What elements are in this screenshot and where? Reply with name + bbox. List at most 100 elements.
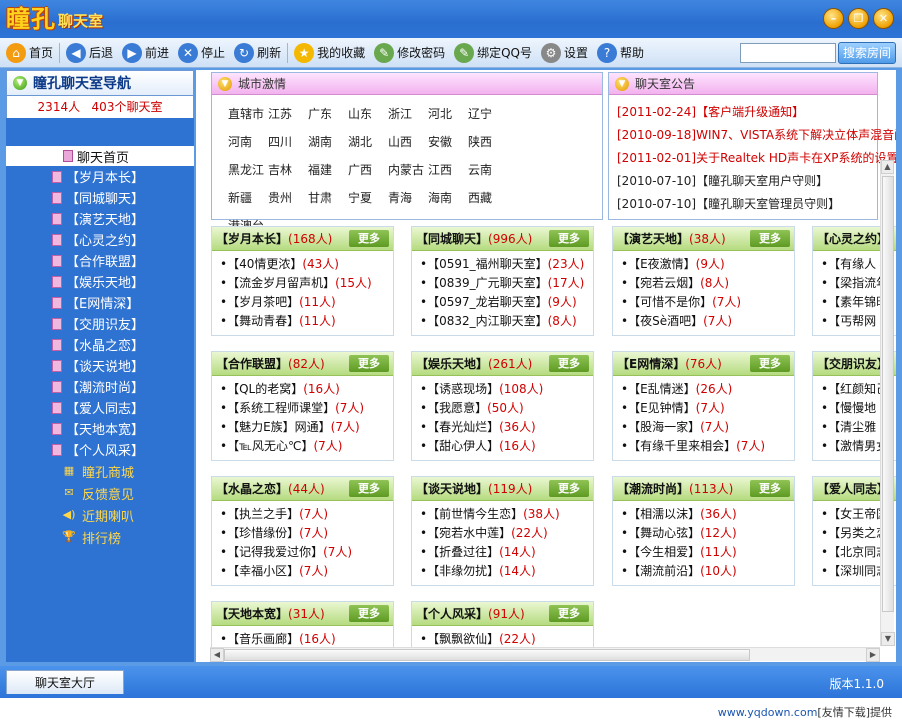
room-link[interactable]: •【宛若水中莲】(22人) (420, 524, 593, 543)
nav-extra-trophy[interactable]: 🏆 排行榜 (6, 526, 194, 548)
notice-item[interactable]: [2010-09-18]WIN7、VISTA系统下解决立体声混音问 (617, 124, 896, 147)
city-link[interactable]: 江西 (428, 159, 468, 181)
more-button[interactable]: 更多 (549, 355, 589, 372)
room-link[interactable]: •【珍惜缘份】(7人) (220, 524, 393, 543)
toolbar-pencil-button[interactable]: ✎ 修改密码 (374, 40, 445, 66)
more-button[interactable]: 更多 (349, 480, 389, 497)
toolbar-stop-button[interactable]: ✕ 停止 (178, 40, 225, 66)
city-link[interactable]: 山东 (348, 103, 388, 125)
more-button[interactable]: 更多 (549, 605, 589, 622)
category-title[interactable]: 【天地本宽】 (216, 605, 288, 622)
scroll-down-arrow[interactable]: ▼ (881, 632, 895, 646)
toolbar-gear-button[interactable]: ⚙ 设置 (541, 40, 588, 66)
room-link[interactable]: •【舞动心弦】(12人) (621, 524, 794, 543)
category-title[interactable]: 【个人风采】 (416, 605, 488, 622)
toolbar-refresh-button[interactable]: ↻ 刷新 (234, 40, 281, 66)
more-button[interactable]: 更多 (750, 230, 790, 247)
toolbar-home-button[interactable]: ⌂ 首页 (6, 40, 53, 66)
city-link[interactable]: 甘肃 (308, 187, 348, 209)
room-link[interactable]: •【记得我爱过你】(7人) (220, 543, 393, 562)
tab-chat-hall[interactable]: 聊天室大厅 (6, 670, 124, 694)
room-link[interactable]: •【宛若云烟】(8人) (621, 274, 794, 293)
city-link[interactable]: 黑龙江 (228, 159, 268, 181)
category-title[interactable]: 【潮流时尚】 (617, 480, 689, 497)
city-link[interactable]: 海南 (428, 187, 468, 209)
room-link[interactable]: •【我愿意】(50人) (420, 399, 593, 418)
more-button[interactable]: 更多 (549, 480, 589, 497)
room-link[interactable]: •【E夜激情】(9人) (621, 255, 794, 274)
notice-item[interactable]: [2010-07-10]【瞳孔聊天室用户守则】 (617, 170, 877, 193)
room-link[interactable]: •【流金岁月留声机】(15人) (220, 274, 393, 293)
city-link[interactable]: 广西 (348, 159, 388, 181)
city-link[interactable]: 陕西 (468, 131, 508, 153)
city-link[interactable]: 直辖市 (228, 103, 268, 125)
nav-item[interactable]: 【演艺天地】 (6, 208, 194, 229)
nav-item[interactable]: 【天地本宽】 (6, 418, 194, 439)
category-title[interactable]: 【合作联盟】 (216, 355, 288, 372)
category-title[interactable]: 【E网情深】 (617, 355, 685, 372)
search-rooms-button[interactable]: 搜索房间 (838, 42, 896, 64)
room-link[interactable]: •【0597_龙岩聊天室】(9人) (420, 293, 593, 312)
minimize-button[interactable]: – (823, 8, 844, 29)
room-link[interactable]: •【0839_广元聊天室】(17人) (420, 274, 593, 293)
category-title[interactable]: 【心灵之约】 (817, 230, 889, 247)
category-title[interactable]: 【交朋识友】 (817, 355, 889, 372)
more-button[interactable]: 更多 (349, 230, 389, 247)
room-link[interactable]: •【E见钟情】(7人) (621, 399, 794, 418)
city-link[interactable]: 四川 (268, 131, 308, 153)
toolbar-forward-button[interactable]: ▶ 前进 (122, 40, 169, 66)
nav-extra-speaker[interactable]: ◀) 近期喇叭 (6, 504, 194, 526)
toolbar-help-button[interactable]: ? 帮助 (597, 40, 644, 66)
room-link[interactable]: •【有缘千里来相会】(7人) (621, 437, 794, 456)
toolbar-back-button[interactable]: ◀ 后退 (66, 40, 113, 66)
scroll-up-arrow[interactable]: ▲ (881, 160, 894, 174)
category-title[interactable]: 【谈天说地】 (416, 480, 488, 497)
nav-item[interactable]: 【交朋识友】 (6, 313, 194, 334)
city-link[interactable]: 河南 (228, 131, 268, 153)
more-button[interactable]: 更多 (750, 480, 790, 497)
room-link[interactable]: •【0591_福州聊天室】(23人) (420, 255, 593, 274)
category-title[interactable]: 【岁月本长】 (216, 230, 288, 247)
room-link[interactable]: •【今生相爱】(11人) (621, 543, 794, 562)
scroll-thumb[interactable] (882, 176, 894, 612)
city-link[interactable]: 青海 (388, 187, 428, 209)
city-link[interactable]: 河北 (428, 103, 468, 125)
notice-item[interactable]: [2011-02-01]关于Realtek HD声卡在XP系统的设置 (617, 147, 896, 170)
city-link[interactable]: 浙江 (388, 103, 428, 125)
nav-item[interactable]: 【心灵之约】 (6, 229, 194, 250)
city-link[interactable]: 吉林 (268, 159, 308, 181)
nav-item[interactable]: 【潮流时尚】 (6, 376, 194, 397)
room-link[interactable]: •【0832_内江聊天室】(8人) (420, 312, 593, 331)
city-link[interactable]: 内蒙古 (388, 159, 428, 181)
city-link[interactable]: 新疆 (228, 187, 268, 209)
nav-item[interactable]: 【娱乐天地】 (6, 271, 194, 292)
more-button[interactable]: 更多 (349, 355, 389, 372)
close-button[interactable]: ✕ (873, 8, 894, 29)
nav-extra-mail[interactable]: ✉ 反馈意见 (6, 482, 194, 504)
category-title[interactable]: 【爱人同志】 (817, 480, 889, 497)
room-link[interactable]: •【40情更浓】(43人) (220, 255, 393, 274)
notice-item[interactable]: [2011-02-24]【客户端升级通知】 (617, 101, 877, 124)
room-link[interactable]: •【E乱情迷】(26人) (621, 380, 794, 399)
room-link[interactable]: •【幸福小区】(7人) (220, 562, 393, 581)
city-link[interactable]: 山西 (388, 131, 428, 153)
room-link[interactable]: •【甜心伊人】(16人) (420, 437, 593, 456)
notice-item[interactable]: [2010-07-10]【瞳孔聊天室管理员守则】 (617, 193, 877, 216)
nav-item[interactable]: 【爱人同志】 (6, 397, 194, 418)
room-link[interactable]: •【执兰之手】(7人) (220, 505, 393, 524)
room-link[interactable]: •【潮流前沿】(10人) (621, 562, 794, 581)
city-link[interactable]: 湖南 (308, 131, 348, 153)
room-link[interactable]: •【系统工程师课堂】(7人) (220, 399, 393, 418)
nav-item[interactable]: 【合作联盟】 (6, 250, 194, 271)
toolbar-pencil-button[interactable]: ✎ 绑定QQ号 (454, 40, 532, 66)
more-button[interactable]: 更多 (750, 355, 790, 372)
nav-item[interactable]: 【水晶之恋】 (6, 334, 194, 355)
city-link[interactable]: 云南 (468, 159, 508, 181)
city-link[interactable]: 福建 (308, 159, 348, 181)
room-link[interactable]: •【股海一家】(7人) (621, 418, 794, 437)
room-link[interactable]: •【折叠过往】(14人) (420, 543, 593, 562)
city-link[interactable]: 西藏 (468, 187, 508, 209)
city-link[interactable]: 湖北 (348, 131, 388, 153)
nav-item[interactable]: 【谈天说地】 (6, 355, 194, 376)
category-title[interactable]: 【同城聊天】 (416, 230, 488, 247)
